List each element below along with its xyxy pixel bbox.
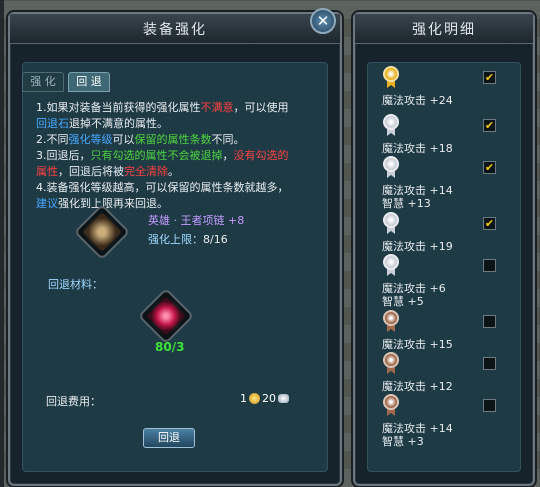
rollback-description: 1.如果对装备当前获得的强化属性不满意，可以使用 回退石退掉不满意的属性。 2.… <box>36 100 326 212</box>
attribute-text: 智慧 +13 <box>382 197 431 210</box>
attribute-text: 智慧 +3 <box>382 435 424 448</box>
keep-attribute-checkbox[interactable]: ✔ <box>483 217 496 230</box>
silver-medal-icon <box>382 156 400 180</box>
desc-highlight: 强化等级 <box>68 133 113 146</box>
silver-medal-icon <box>382 114 400 138</box>
rollback-stone-icon <box>146 296 186 336</box>
silver-medal-icon <box>382 212 400 236</box>
attribute-text: 魔法攻击 +12 <box>382 380 453 393</box>
panel-title: 强化明细 <box>412 21 476 38</box>
cost-label: 回退费用： <box>46 395 101 408</box>
desc-text: 3.回退后， <box>36 149 91 162</box>
desc-text: 退掉不满意的属性。 <box>69 117 168 130</box>
keep-attribute-checkbox[interactable]: ✔ <box>483 161 496 174</box>
desc-text: 强化到上限再来回退。 <box>58 197 168 210</box>
desc-text: 2.不同 <box>36 133 69 146</box>
item-name: 英雄 · 王者项链 +8 <box>148 214 245 227</box>
desc-highlight: 只有勾选的属性不会被退掉 <box>90 149 223 162</box>
bronze-medal-icon <box>382 394 400 418</box>
desc-text: 4.装备强化等级越高，可以保留的属性条数就越多， <box>36 181 289 194</box>
desc-highlight: 属性 <box>36 165 58 178</box>
keep-attribute-checkbox[interactable] <box>483 399 496 412</box>
desc-text: 可以 <box>112 133 135 146</box>
tab-rollback[interactable]: 回 退 <box>68 72 110 92</box>
gold-coin-icon <box>249 393 260 404</box>
enhance-limit-label: 强化上限： <box>148 233 203 246</box>
tab-bar: 强 化 回 退 <box>22 72 110 92</box>
material-label: 回退材料： <box>48 278 103 291</box>
keep-attribute-checkbox[interactable]: ✔ <box>483 119 496 132</box>
attribute-text: 魔法攻击 +19 <box>382 240 453 253</box>
bronze-medal-icon <box>382 352 400 376</box>
enhance-limit: 强化上限：8/16 <box>148 231 228 247</box>
attribute-text: 智慧 +5 <box>382 295 424 308</box>
desc-highlight: 完全清除 <box>124 165 168 178</box>
desc-text: ， <box>222 149 234 162</box>
panel-title: 装备强化 <box>143 21 207 38</box>
attribute-text: 魔法攻击 +24 <box>382 94 453 107</box>
material-count: 80/3 <box>155 340 185 354</box>
panel-title-bar: 装备强化 <box>10 14 340 44</box>
enhance-limit-value: 8/16 <box>203 233 228 246</box>
bronze-medal-icon <box>382 310 400 334</box>
desc-highlight: 建议 <box>36 197 58 210</box>
desc-text: 1.如果对装备当前获得的强化属性 <box>36 101 201 114</box>
keep-attribute-checkbox[interactable] <box>483 315 496 328</box>
keep-attribute-checkbox[interactable] <box>483 259 496 272</box>
keep-attribute-checkbox[interactable] <box>483 357 496 370</box>
silver-amount: 20 <box>262 392 276 405</box>
attribute-text: 魔法攻击 +15 <box>382 338 453 351</box>
keep-attribute-checkbox[interactable]: ✔ <box>483 71 496 84</box>
desc-text: 。 <box>168 165 179 178</box>
cost-value: 1 20 <box>240 392 289 405</box>
gold-medal-icon <box>382 66 400 90</box>
gold-amount: 1 <box>240 392 247 405</box>
desc-text: ，可以使用 <box>233 101 289 114</box>
desc-highlight: 没有勾选的 <box>233 149 289 162</box>
desc-text: ，回退后将被 <box>58 165 124 178</box>
desc-highlight: 回退石 <box>36 117 69 130</box>
necklace-icon <box>82 212 122 252</box>
rollback-button[interactable]: 回退 <box>143 428 195 448</box>
panel-title-bar: 强化明细 <box>355 14 533 44</box>
desc-text: 不同。 <box>211 133 245 146</box>
attribute-text: 魔法攻击 +18 <box>382 142 453 155</box>
silver-icon <box>278 394 289 403</box>
desc-highlight: 保留的属性条数 <box>134 133 212 146</box>
tab-enhance[interactable]: 强 化 <box>22 72 64 92</box>
close-icon[interactable]: ✕ <box>310 8 336 34</box>
silver-medal-icon <box>382 254 400 278</box>
desc-highlight: 不满意 <box>200 101 234 114</box>
